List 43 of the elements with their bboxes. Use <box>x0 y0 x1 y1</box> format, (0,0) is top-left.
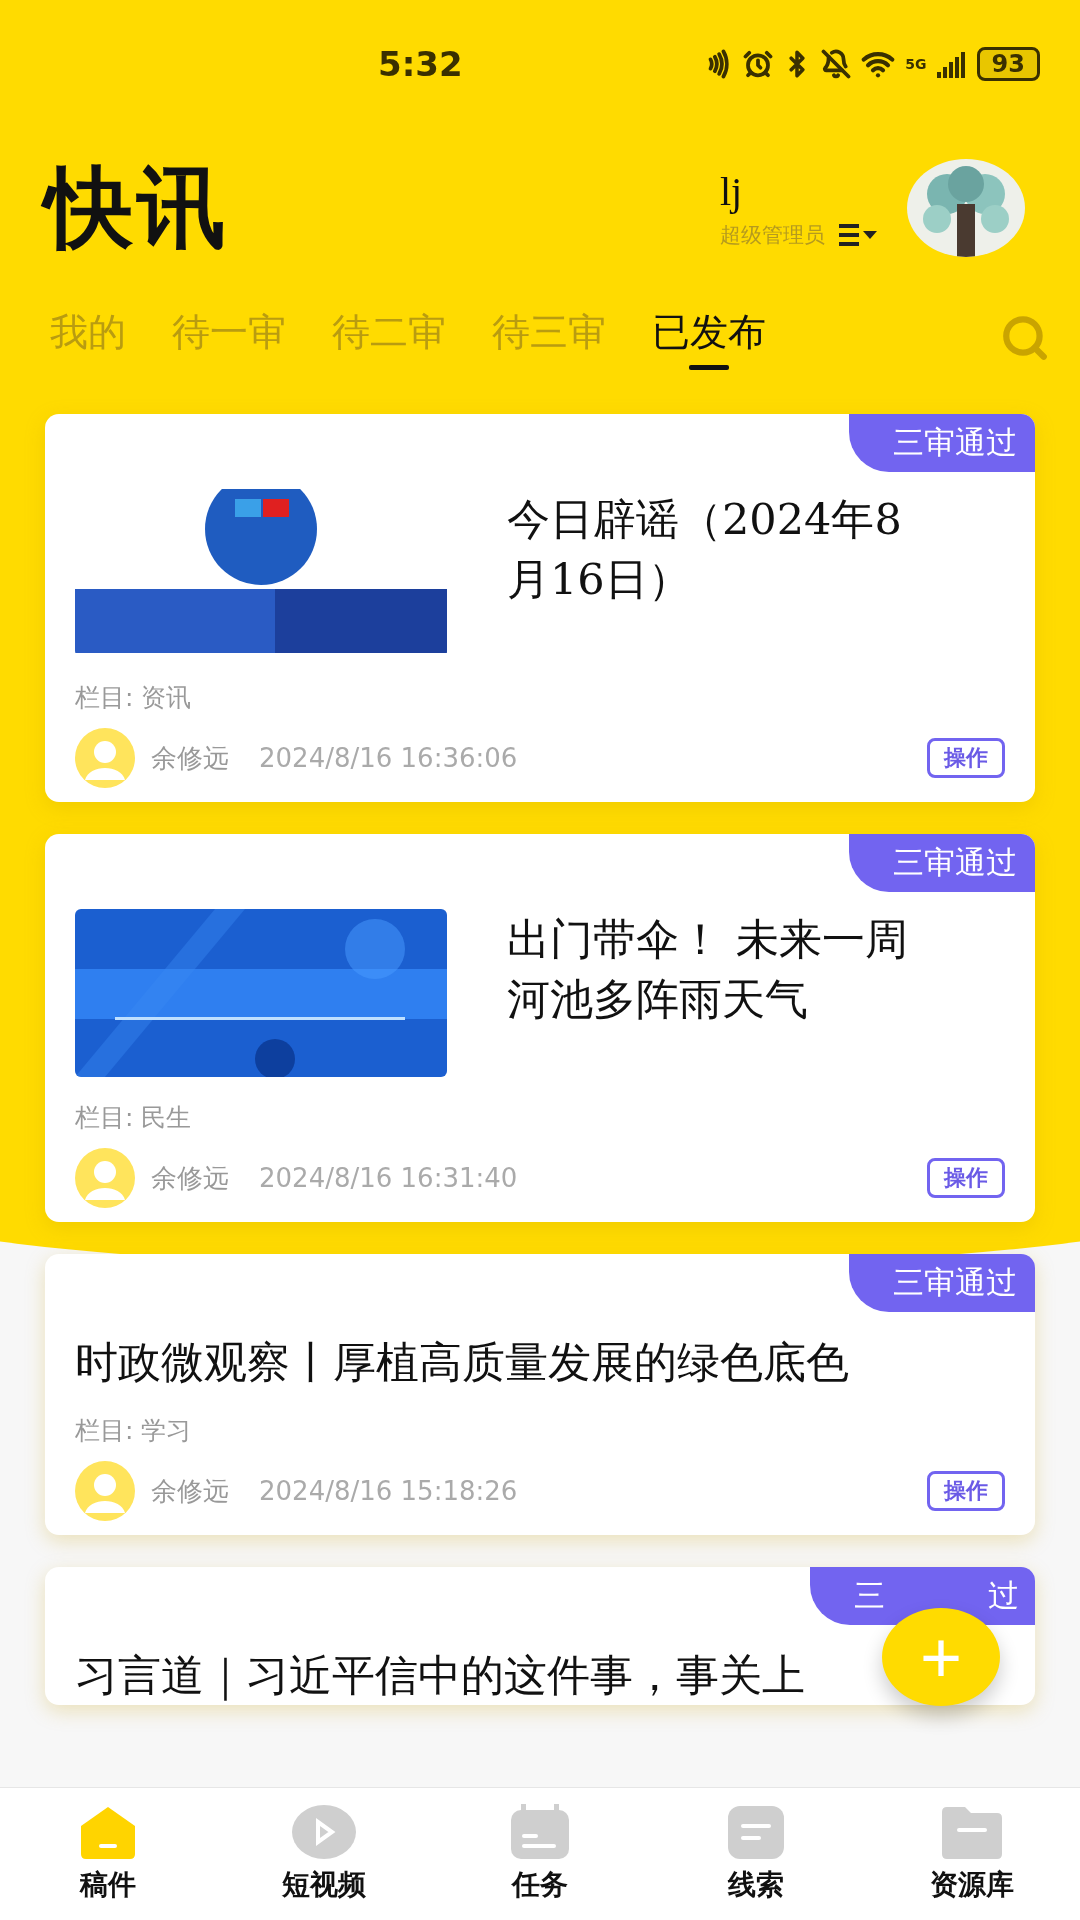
play-icon <box>291 1804 357 1860</box>
bell-off-icon <box>821 49 852 79</box>
article-card[interactable]: 三审通过 出门带伞！ 未来一周河池多阵雨天气 栏目: 民生 余修远 2024/8/16 16:31:40 操作 <box>45 834 1035 1222</box>
status-badge: 三审通过 <box>849 414 1035 472</box>
nav-tab[interactable]: 资源库 <box>864 1788 1080 1920</box>
author-name: 余修远 <box>151 741 229 775</box>
column-label: 栏目: 民生 <box>75 1102 193 1134</box>
publish-time: 2024/8/16 15:18:26 <box>259 1476 519 1506</box>
menu-dropdown-icon[interactable] <box>839 222 879 247</box>
user-avatar-icon <box>75 728 135 788</box>
nav-tab[interactable]: 任务 <box>432 1788 648 1920</box>
action-button[interactable]: 操作 <box>927 738 1005 778</box>
user-name: lj <box>720 167 744 215</box>
column-label: 栏目: 资讯 <box>75 682 193 714</box>
author-name: 余修远 <box>151 1474 229 1508</box>
status-badge: 三审通过 <box>849 834 1035 892</box>
publish-time: 2024/8/16 16:36:06 <box>259 743 519 773</box>
user-avatar-icon <box>75 1148 135 1208</box>
alarm-icon <box>743 49 774 79</box>
status-badge: 三审通过 <box>849 1254 1035 1312</box>
article-card[interactable]: 三审通过 今日辟谣（2024年8月16日） 栏目: 资讯 余修远 2024/8/16 16:36:06 操作 <box>45 414 1035 802</box>
article-title: 出门带伞！ 未来一周河池多阵雨天气 <box>507 913 909 1026</box>
network-label: 5G <box>905 56 927 72</box>
nav-tab[interactable]: 线索 <box>648 1788 864 1920</box>
article-title: 今日辟谣（2024年8月16日） <box>507 493 903 606</box>
tab[interactable]: 已发布 <box>652 306 766 370</box>
nav-tab[interactable]: 短视频 <box>216 1788 432 1920</box>
user-avatar-icon <box>75 1461 135 1521</box>
signal-icon <box>936 50 967 78</box>
action-button[interactable]: 操作 <box>927 1158 1005 1198</box>
author-name: 余修远 <box>151 1161 229 1195</box>
folder-icon <box>939 1804 1005 1860</box>
clock: 5:32 <box>378 44 464 84</box>
publish-time: 2024/8/16 16:31:40 <box>259 1163 519 1193</box>
nav-tab[interactable]: 稿件 <box>0 1788 216 1920</box>
action-button[interactable]: 操作 <box>927 1471 1005 1511</box>
article-card[interactable]: 三审通过 时政微观察丨厚植高质量发展的绿色底色 栏目: 学习 余修远 2024/8/16 15:18:26 操作 <box>45 1254 1035 1535</box>
article-title: 习言道｜习近平信中的这件事，事关上 <box>75 1649 805 1703</box>
badge-text: 三 <box>854 1576 885 1615</box>
battery-level: 93 <box>976 47 1040 81</box>
column-label: 栏目: 学习 <box>75 1415 193 1447</box>
article-title: 时政微观察丨厚植高质量发展的绿色底色 <box>75 1336 850 1389</box>
user-role: 超级管理员 <box>720 221 825 249</box>
